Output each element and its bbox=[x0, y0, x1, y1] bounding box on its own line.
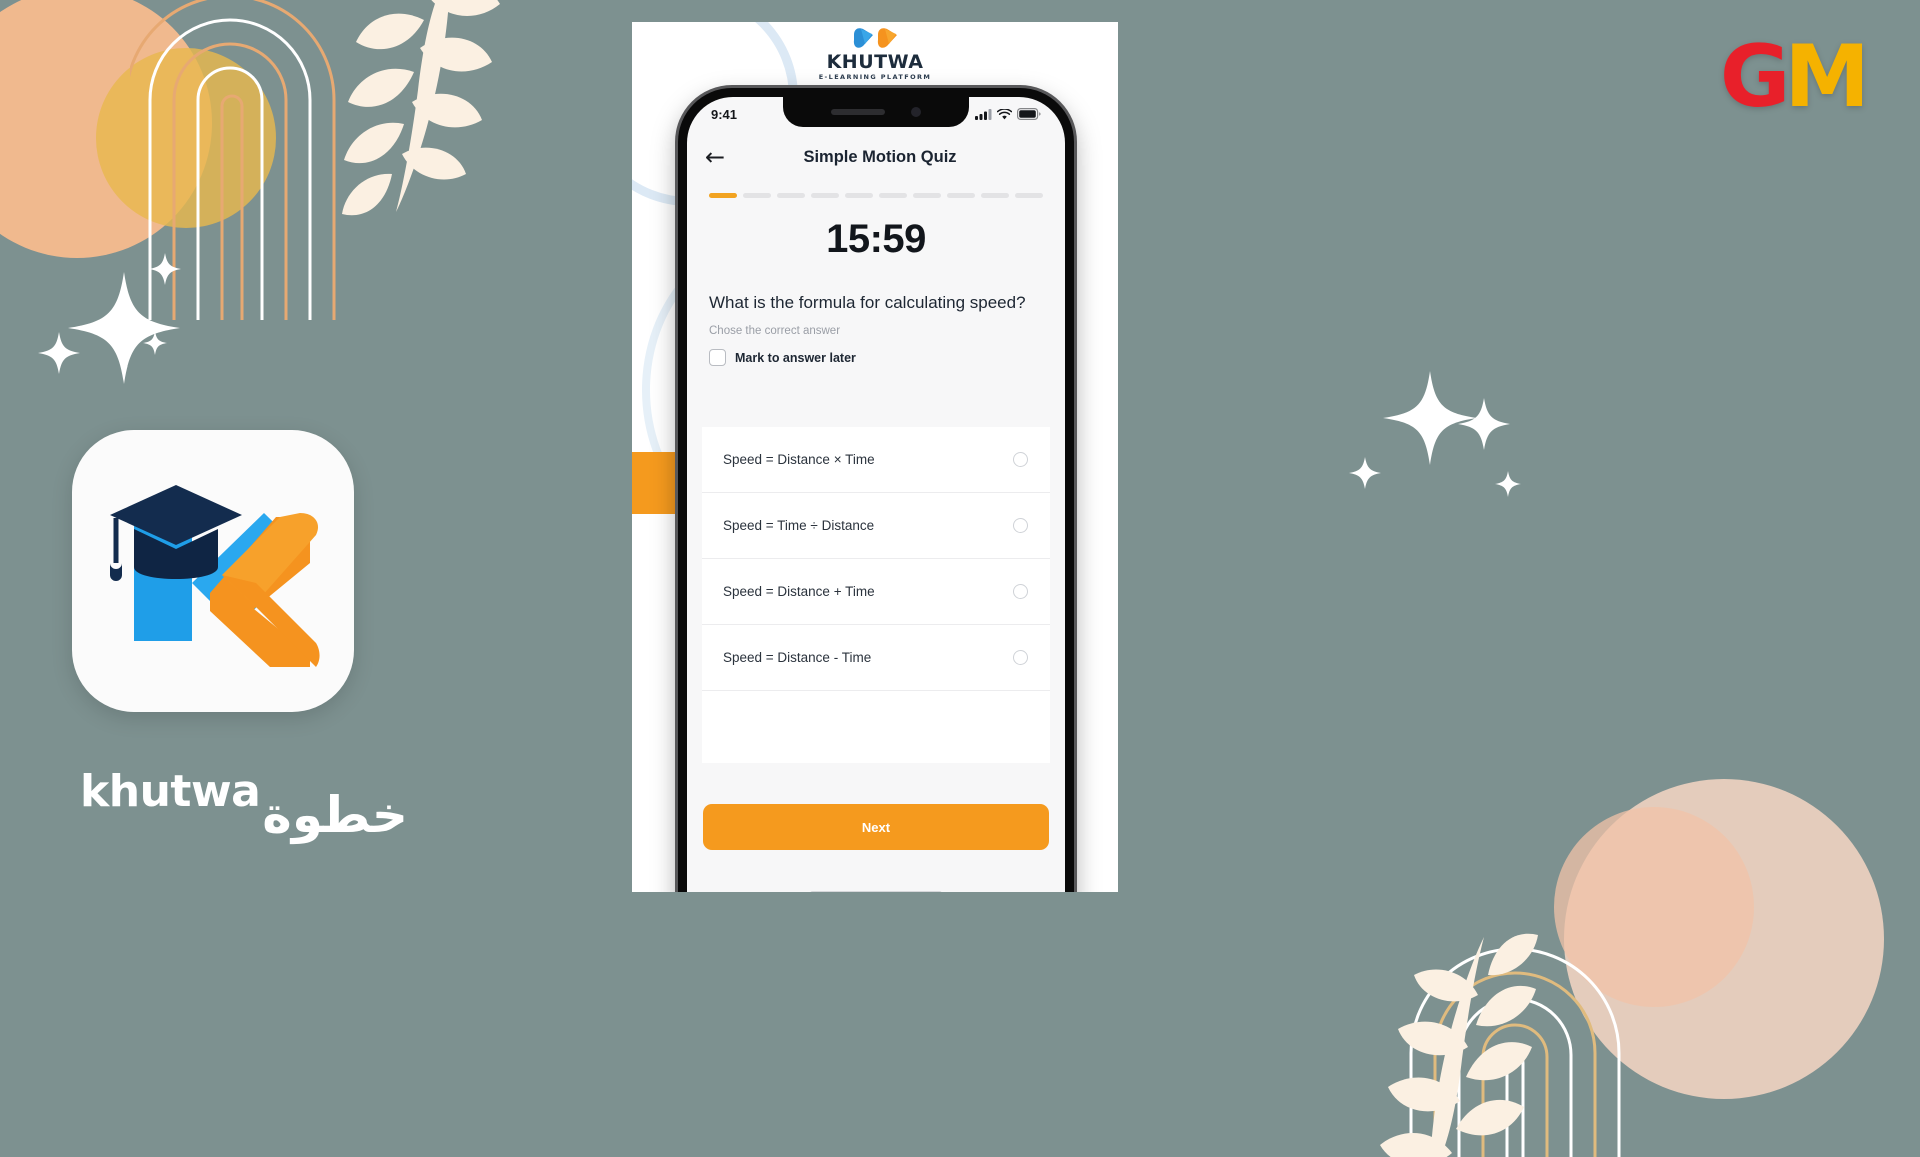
app-nav-bar: ← Simple Motion Quiz bbox=[687, 133, 1065, 181]
battery-icon bbox=[1017, 108, 1041, 120]
progress-segment bbox=[947, 193, 975, 198]
answer-option-label: Speed = Time ÷ Distance bbox=[723, 518, 875, 533]
answer-option-radio[interactable] bbox=[1013, 650, 1028, 665]
notch-speaker-icon bbox=[831, 109, 885, 115]
mark-answer-later-row[interactable]: Mark to answer later bbox=[709, 349, 1047, 367]
quiz-progress-bar bbox=[709, 193, 1043, 198]
khutwa-logo-mark bbox=[110, 485, 320, 667]
gm-letter-g: G bbox=[1719, 27, 1791, 127]
brand-name-en: khutwa bbox=[80, 766, 261, 817]
khutwa-logo-icon bbox=[853, 28, 897, 48]
progress-segment bbox=[777, 193, 805, 198]
answer-option-radio[interactable] bbox=[1013, 518, 1028, 533]
progress-segment bbox=[845, 193, 873, 198]
screenshot-card: KHUTWA E-LEARNING PLATFORM 9:41 ← Simple… bbox=[632, 22, 1118, 892]
answer-option-radio[interactable] bbox=[1013, 584, 1028, 599]
answer-option-row[interactable]: Speed = Distance + Time bbox=[702, 559, 1050, 625]
progress-segment bbox=[709, 193, 737, 198]
khutwa-logo-tagline: E-LEARNING PLATFORM bbox=[818, 73, 932, 81]
home-indicator bbox=[810, 891, 942, 892]
phone-mockup: 9:41 ← Simple Motion Quiz 15:59 What is … bbox=[678, 88, 1074, 892]
answer-options-list: Speed = Distance × Time Speed = Time ÷ D… bbox=[702, 427, 1050, 763]
decor-sparkle-tiny bbox=[149, 253, 181, 285]
mark-answer-later-label: Mark to answer later bbox=[735, 350, 856, 365]
answer-option-label: Speed = Distance - Time bbox=[723, 650, 872, 665]
decor-sparkle-large bbox=[68, 272, 180, 384]
brand-name-ar: خطوة bbox=[262, 786, 408, 844]
wifi-icon bbox=[997, 108, 1012, 119]
question-text: What is the formula for calculating spee… bbox=[709, 293, 1026, 312]
answer-option-radio[interactable] bbox=[1013, 452, 1028, 467]
status-bar-icons bbox=[975, 108, 1041, 120]
cellular-signal-icon bbox=[975, 108, 992, 120]
question-hint: Chose the correct answer bbox=[709, 325, 841, 338]
next-button[interactable]: Next bbox=[703, 804, 1049, 850]
answer-option-row[interactable]: Speed = Distance - Time bbox=[702, 625, 1050, 691]
decor-sparkle-small bbox=[38, 332, 80, 374]
khutwa-logo-wordmark: KHUTWA bbox=[826, 51, 924, 73]
khutwa-header-logo: KHUTWA E-LEARNING PLATFORM bbox=[632, 26, 1118, 81]
question-block: What is the formula for calculating spee… bbox=[709, 292, 1047, 367]
card-decor-orange-tab bbox=[632, 452, 680, 514]
answer-option-row[interactable]: Speed = Distance × Time bbox=[702, 427, 1050, 493]
phone-notch bbox=[783, 97, 969, 127]
progress-segment bbox=[913, 193, 941, 198]
answer-option-label: Speed = Distance × Time bbox=[723, 452, 875, 467]
gm-letter-m: M bbox=[1784, 27, 1870, 127]
progress-segment bbox=[1015, 193, 1043, 198]
answer-option-label: Speed = Distance + Time bbox=[723, 584, 875, 599]
progress-segment bbox=[743, 193, 771, 198]
next-button-wrapper: Next bbox=[703, 804, 1049, 850]
decor-sparkle-right-mid bbox=[1458, 398, 1510, 450]
gm-watermark: G M bbox=[1719, 27, 1870, 127]
progress-segment bbox=[811, 193, 839, 198]
page-title: Simple Motion Quiz bbox=[803, 147, 957, 166]
quiz-timer: 15:59 bbox=[826, 217, 926, 261]
answer-option-row[interactable]: Speed = Time ÷ Distance bbox=[702, 493, 1050, 559]
decor-leaf-branch-topleft bbox=[342, 0, 500, 216]
progress-segment bbox=[879, 193, 907, 198]
decor-sparkle-tiny-2 bbox=[143, 331, 167, 355]
answer-list-filler bbox=[702, 691, 1050, 763]
progress-segment bbox=[981, 193, 1009, 198]
khutwa-app-icon bbox=[72, 430, 354, 712]
brand-wordmark: khutwa خطوة bbox=[80, 764, 492, 841]
status-bar-time: 9:41 bbox=[711, 106, 738, 122]
decor-sparkle-right-tiny bbox=[1495, 471, 1521, 497]
phone-screen: 9:41 ← Simple Motion Quiz 15:59 What is … bbox=[687, 97, 1065, 892]
decor-sparkle-right-small bbox=[1349, 457, 1381, 489]
decor-leaf-branch-bottomright bbox=[1380, 933, 1538, 1157]
mark-answer-later-checkbox[interactable] bbox=[709, 349, 726, 367]
notch-camera-icon bbox=[911, 107, 921, 117]
brand-block: khutwa خطوة bbox=[72, 430, 492, 841]
